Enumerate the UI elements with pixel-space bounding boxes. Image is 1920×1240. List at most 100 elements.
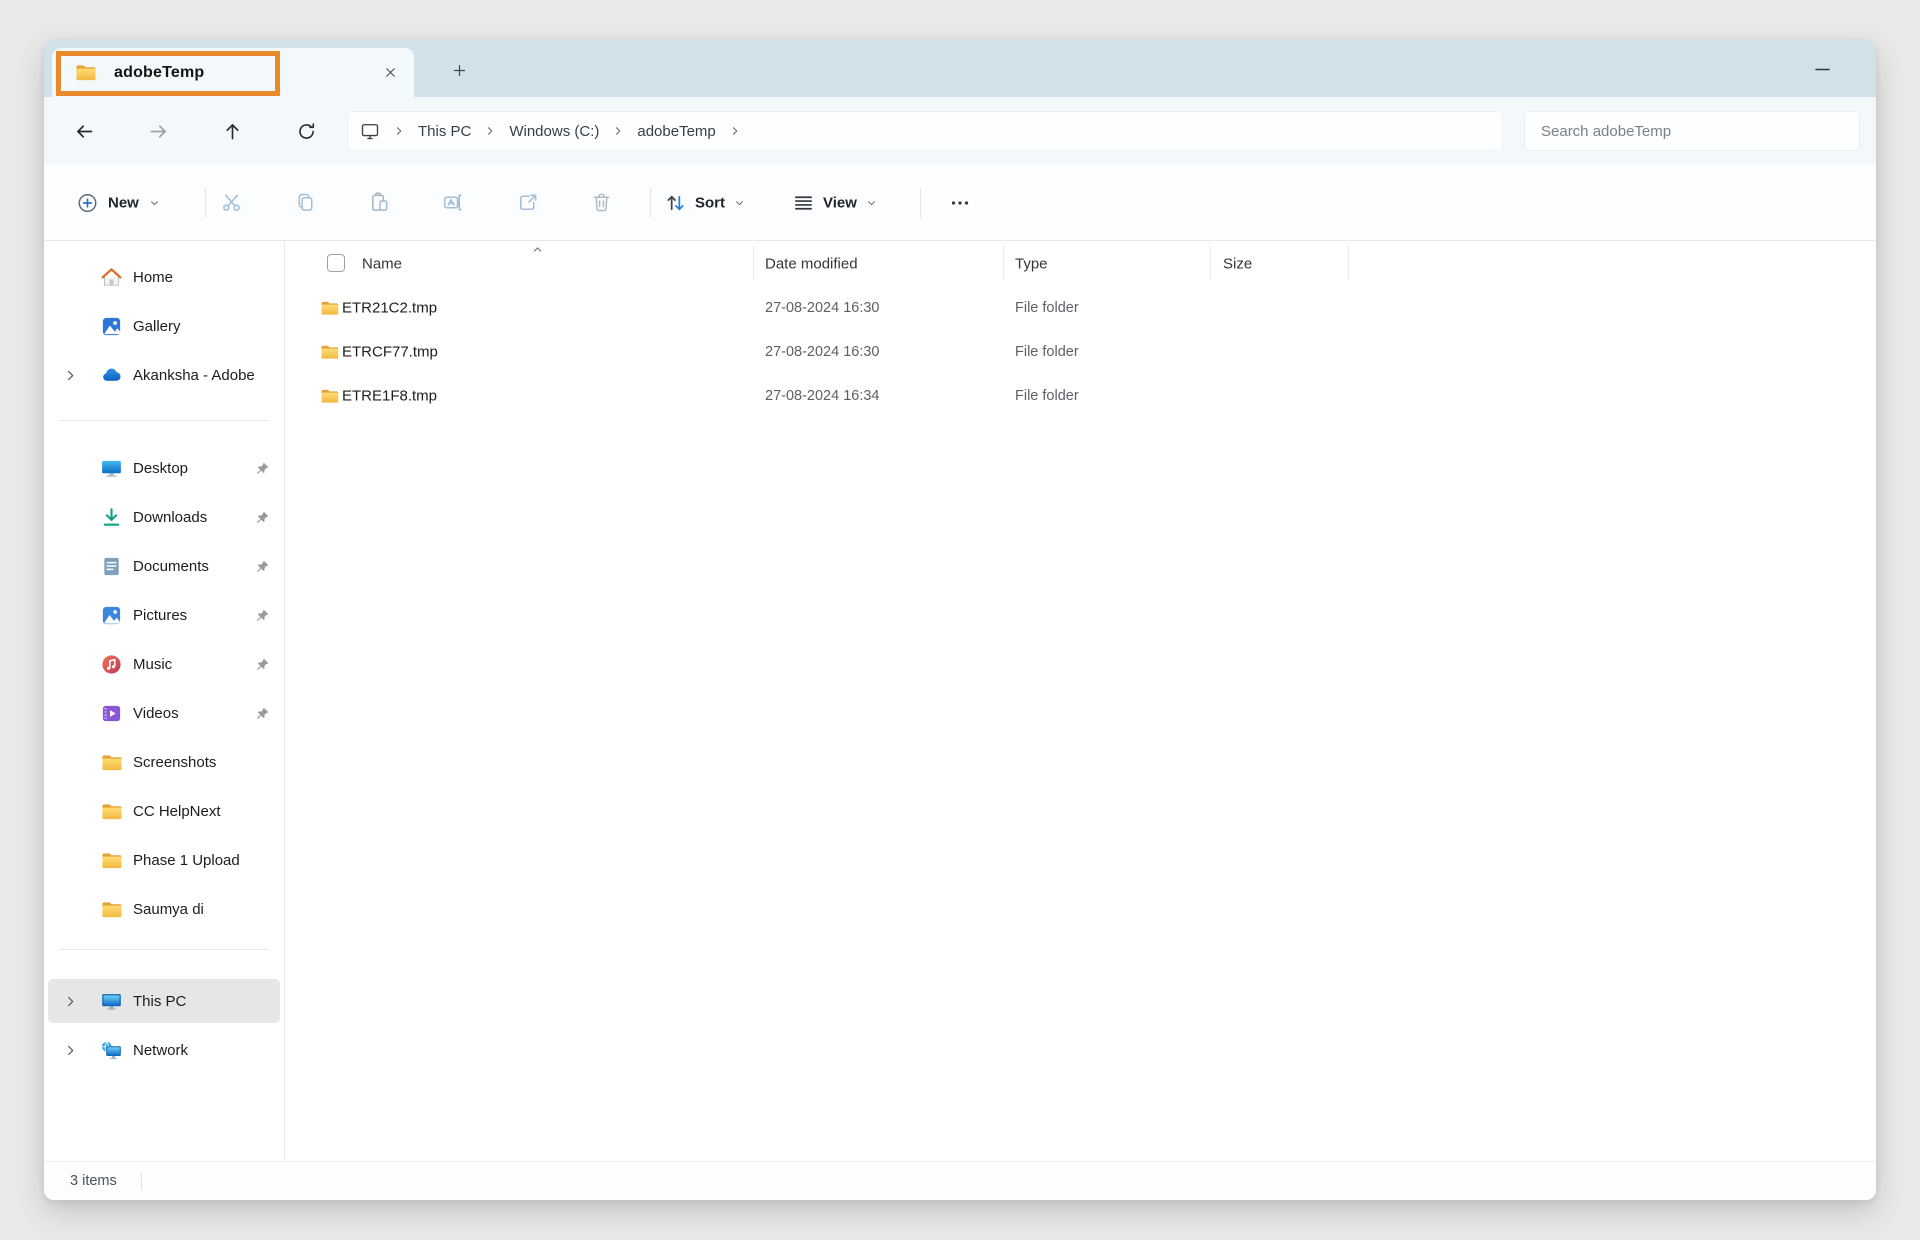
sidebar-divider	[60, 420, 268, 421]
back-button[interactable]	[60, 109, 108, 153]
cut-icon	[220, 191, 243, 214]
sidebar-item-gallery[interactable]: Gallery	[48, 304, 280, 348]
music-icon	[100, 653, 123, 676]
delete-icon	[590, 191, 613, 214]
sort-button-label: Sort	[695, 194, 725, 211]
column-header-name[interactable]: Name	[362, 255, 402, 272]
copy-button[interactable]	[283, 181, 327, 225]
up-button[interactable]	[208, 109, 256, 153]
pin-icon	[255, 608, 270, 623]
rename-button[interactable]	[431, 181, 475, 225]
minimize-button[interactable]	[1802, 51, 1842, 87]
folder-icon	[100, 849, 123, 872]
sort-icon	[664, 191, 687, 214]
file-rows: ETR21C2.tmp 27-08-2024 16:30 File folder…	[285, 286, 1876, 418]
chevron-right-icon[interactable]	[484, 125, 496, 137]
sidebar-item-desktop[interactable]: Desktop	[48, 446, 280, 490]
sort-button[interactable]: Sort	[662, 183, 748, 222]
file-name[interactable]: ETRE1F8.tmp	[342, 388, 437, 405]
pin-icon	[255, 510, 270, 525]
share-button[interactable]	[505, 181, 549, 225]
sidebar-item-saumya-di[interactable]: Saumya di	[48, 887, 280, 931]
breadcrumb-segment-this-pc[interactable]: This PC	[418, 123, 471, 140]
sidebar-item-music[interactable]: Music	[48, 642, 280, 686]
file-type: File folder	[1015, 388, 1079, 404]
refresh-button[interactable]	[282, 109, 330, 153]
chevron-right-icon[interactable]	[393, 125, 405, 137]
pin-icon	[255, 461, 270, 476]
new-button-label: New	[108, 194, 139, 211]
folder-icon	[318, 342, 341, 362]
address-bar[interactable]: This PC Windows (C:) adobeTemp	[347, 111, 1503, 151]
column-header-row: Name Date modified Type Size	[285, 241, 1876, 286]
select-all-checkbox[interactable]	[327, 254, 345, 272]
column-divider[interactable]	[753, 246, 754, 280]
sidebar-section-pinned: Desktop Downloads Documents	[44, 446, 284, 931]
sidebar-item-network[interactable]: Network	[48, 1028, 280, 1072]
column-header-type[interactable]: Type	[1015, 255, 1048, 272]
onedrive-icon	[100, 364, 123, 387]
sidebar-item-cc-helpnext[interactable]: CC HelpNext	[48, 789, 280, 833]
folder-icon	[318, 298, 341, 318]
status-bar: 3 items	[44, 1161, 1876, 1200]
cut-button[interactable]	[209, 181, 253, 225]
command-toolbar: New Sort View	[44, 165, 1876, 241]
sidebar-item-videos[interactable]: Videos	[48, 691, 280, 735]
home-icon	[100, 266, 123, 289]
search-placeholder: Search adobeTemp	[1541, 123, 1671, 140]
column-divider[interactable]	[1348, 246, 1349, 280]
sidebar-item-screenshots[interactable]: Screenshots	[48, 740, 280, 784]
view-button-label: View	[823, 194, 857, 211]
share-icon	[516, 191, 539, 214]
file-row-etr21c2-tmp[interactable]: ETR21C2.tmp 27-08-2024 16:30 File folder	[285, 286, 1876, 330]
navigation-pane: Home Gallery Akanksha - Adobe	[44, 241, 285, 1160]
view-button[interactable]: View	[790, 183, 880, 222]
new-tab-button[interactable]	[441, 53, 477, 87]
chevron-right-icon[interactable]	[63, 368, 78, 383]
chevron-right-icon[interactable]	[612, 125, 624, 137]
more-options-button[interactable]	[938, 183, 982, 223]
monitor-icon	[360, 121, 380, 141]
column-header-size[interactable]: Size	[1223, 255, 1252, 272]
sidebar-item-akanksha-adobe[interactable]: Akanksha - Adobe	[48, 353, 280, 397]
chevron-right-icon[interactable]	[729, 125, 741, 137]
sidebar-divider	[60, 949, 268, 950]
file-type: File folder	[1015, 344, 1079, 360]
chevron-right-icon[interactable]	[63, 994, 78, 1009]
nav-buttons	[60, 97, 330, 165]
tab-adobetemp[interactable]: adobeTemp	[52, 48, 414, 97]
tab-close-button[interactable]	[376, 59, 404, 87]
forward-button[interactable]	[134, 109, 182, 153]
paste-button[interactable]	[357, 181, 401, 225]
column-header-date-modified[interactable]: Date modified	[765, 255, 858, 272]
breadcrumb-segment-adobetemp[interactable]: adobeTemp	[637, 123, 715, 140]
refresh-icon	[296, 121, 317, 142]
file-row-etrcf77-tmp[interactable]: ETRCF77.tmp 27-08-2024 16:30 File folder	[285, 330, 1876, 374]
sidebar-item-this-pc[interactable]: This PC	[48, 979, 280, 1023]
sidebar-item-home[interactable]: Home	[48, 255, 280, 299]
search-box[interactable]: Search adobeTemp	[1524, 111, 1860, 151]
sidebar-item-downloads[interactable]: Downloads	[48, 495, 280, 539]
downloads-icon	[100, 506, 123, 529]
sidebar-item-documents[interactable]: Documents	[48, 544, 280, 588]
column-divider[interactable]	[1210, 246, 1211, 280]
sidebar-section-devices: This PC Network	[44, 979, 284, 1072]
breadcrumb-segment-windows-c[interactable]: Windows (C:)	[509, 123, 599, 140]
forward-icon	[148, 121, 169, 142]
toolbar-separator	[205, 188, 206, 218]
documents-icon	[100, 555, 123, 578]
back-icon	[74, 121, 95, 142]
delete-button[interactable]	[579, 181, 623, 225]
sidebar-item-pictures[interactable]: Pictures	[48, 593, 280, 637]
pin-icon	[255, 657, 270, 672]
sidebar-item-phase-1-upload[interactable]: Phase 1 Upload	[48, 838, 280, 882]
file-name[interactable]: ETR21C2.tmp	[342, 300, 437, 317]
file-row-etre1f8-tmp[interactable]: ETRE1F8.tmp 27-08-2024 16:34 File folder	[285, 374, 1876, 418]
folder-icon	[100, 898, 123, 921]
file-name[interactable]: ETRCF77.tmp	[342, 344, 438, 361]
new-button[interactable]: New	[66, 183, 171, 222]
copy-icon	[294, 191, 317, 214]
column-divider[interactable]	[1003, 246, 1004, 280]
chevron-down-icon	[733, 196, 746, 209]
chevron-right-icon[interactable]	[63, 1043, 78, 1058]
